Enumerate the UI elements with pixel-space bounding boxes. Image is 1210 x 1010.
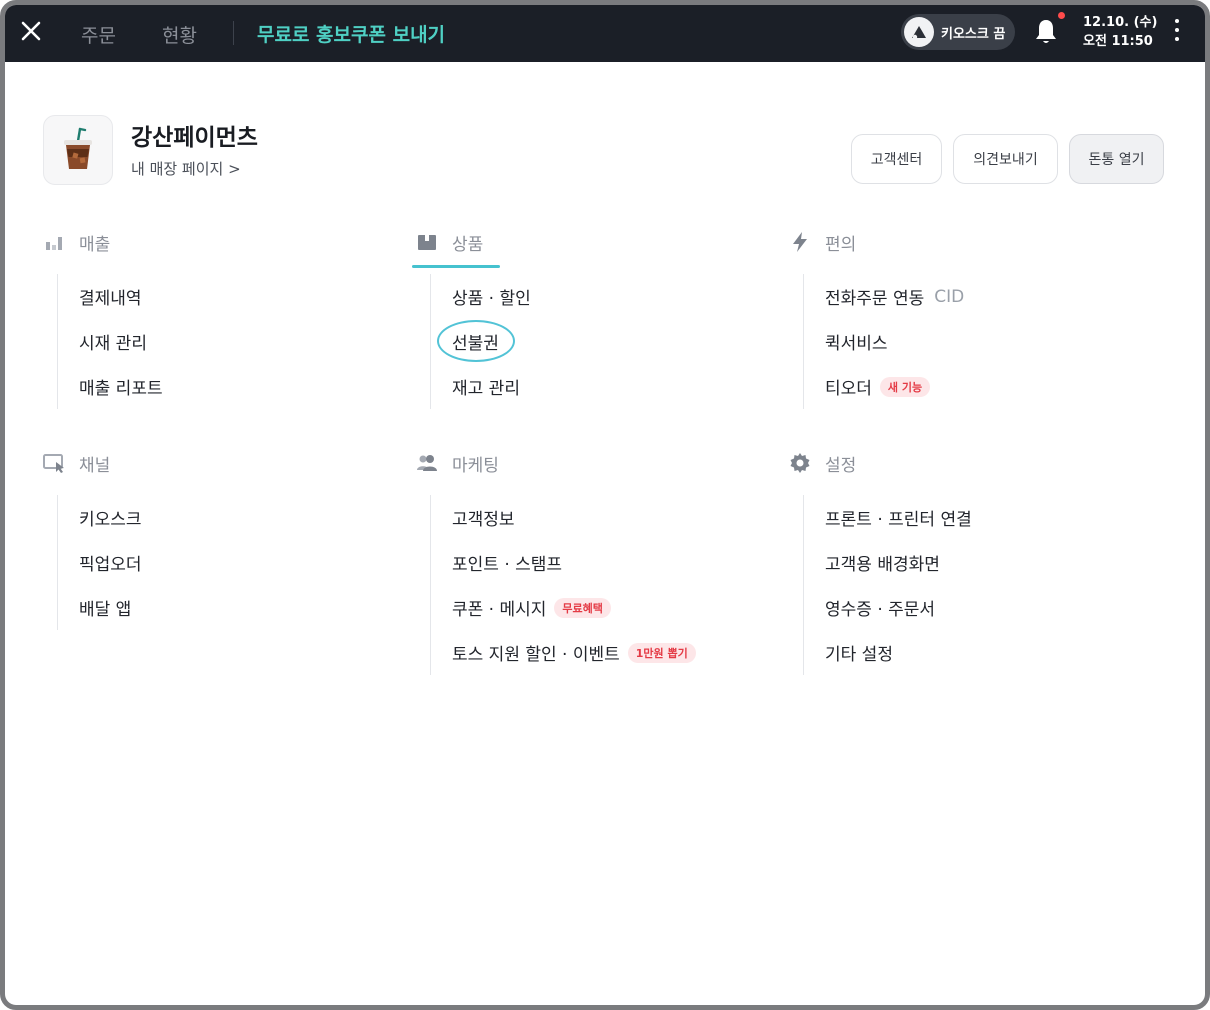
menu-item-sales-report[interactable]: 매출 리포트: [79, 364, 413, 409]
section-products: 상품 상품 · 할인 선불권 재고 관리: [412, 228, 786, 409]
menu-item-receipt-order-slip[interactable]: 영수증 · 주문서: [825, 585, 1159, 630]
menu-item-phone-order-integration[interactable]: 전화주문 연동 CID: [825, 274, 1159, 319]
menu-item-quick-service[interactable]: 퀵서비스: [825, 319, 1159, 364]
send-feedback-button[interactable]: 의견보내기: [953, 134, 1058, 184]
section-title: 마케팅: [452, 455, 499, 476]
section-items: 결제내역 시재 관리 매출 리포트: [57, 274, 413, 409]
section-items: 키오스크 픽업오더 배달 앱: [57, 495, 413, 630]
section-header-settings: 설정: [789, 449, 1159, 477]
clock-time: 오전 11:50: [1083, 34, 1153, 49]
menu-item-front-printer[interactable]: 프론트 · 프린터 연결: [825, 495, 1159, 540]
free-benefit-badge: 무료혜택: [554, 597, 611, 618]
menu-item-points-stamps[interactable]: 포인트 · 스탬프: [452, 540, 786, 585]
lightning-icon: [793, 232, 807, 252]
menu-item-label: 전화주문 연동: [825, 289, 925, 309]
kiosk-icon: [904, 17, 934, 47]
coffee-cup-icon: [64, 127, 92, 169]
free-coupon-link[interactable]: 무료로 홍보쿠폰 보내기: [257, 20, 445, 47]
new-feature-badge: 새 기능: [879, 376, 931, 397]
active-section-underline: [412, 265, 500, 268]
customer-center-button[interactable]: 고객센터: [851, 134, 942, 184]
menu-item-prepaid-voucher[interactable]: 선불권: [437, 319, 786, 364]
section-items: 고객정보 포인트 · 스탬프 쿠폰 · 메시지 무료혜택 토스 지원 할인 · …: [430, 495, 786, 675]
open-cash-drawer-button[interactable]: 돈통 열기: [1069, 134, 1164, 184]
section-sales: 매출 결제내역 시재 관리 매출 리포트: [43, 228, 413, 409]
monitor-touch-icon: [43, 454, 64, 473]
menu-item-payment-history[interactable]: 결제내역: [79, 274, 413, 319]
menu-item-kiosk[interactable]: 키오스크: [79, 495, 413, 540]
menu-item-other-settings[interactable]: 기타 설정: [825, 630, 1159, 675]
section-items: 전화주문 연동 CID 퀵서비스 티오더 새 기능: [803, 274, 1159, 409]
section-marketing: 마케팅 고객정보 포인트 · 스탬프 쿠폰 · 메시지 무료혜택 토스 지원 할…: [416, 449, 786, 675]
menu-item-customer-info[interactable]: 고객정보: [452, 495, 786, 540]
store-name: 강산페이먼츠: [131, 125, 258, 151]
users-icon: [417, 455, 437, 471]
menu-item-label: 쿠폰 · 메시지: [452, 600, 547, 620]
section-items: 프론트 · 프린터 연결 고객용 배경화면 영수증 · 주문서 기타 설정: [803, 495, 1159, 675]
top-bar: 주문 현황 무료로 홍보쿠폰 보내기 키오스크 끔 12.10. (수) 오전 …: [5, 5, 1205, 62]
section-title: 편의: [825, 234, 857, 255]
section-title: 매출: [79, 234, 111, 255]
store-logo: [43, 115, 113, 185]
section-header-sales: 매출: [43, 228, 413, 256]
cid-label: CID: [934, 286, 965, 307]
bar-chart-icon: [46, 237, 62, 250]
notification-bell-icon[interactable]: [1033, 17, 1059, 47]
section-header-convenience: 편의: [789, 228, 1159, 256]
section-convenience: 편의 전화주문 연동 CID 퀵서비스 티오더 새 기능: [789, 228, 1159, 409]
section-header-products: 상품: [412, 228, 786, 268]
close-icon[interactable]: [19, 19, 43, 43]
my-store-page-link[interactable]: 내 매장 페이지 >: [131, 158, 241, 179]
menu-item-inventory[interactable]: 재고 관리: [452, 364, 786, 409]
menu-item-label: 티오더: [825, 379, 872, 399]
more-menu-icon[interactable]: [1173, 19, 1181, 45]
section-title: 설정: [825, 455, 857, 476]
menu-item-products-discounts[interactable]: 상품 · 할인: [452, 274, 786, 319]
kiosk-toggle[interactable]: 키오스크 끔: [901, 14, 1015, 50]
section-title: 채널: [79, 455, 111, 476]
nav-divider: [233, 21, 234, 45]
menu-item-label: 토스 지원 할인 · 이벤트: [452, 645, 620, 665]
notification-dot: [1058, 12, 1065, 19]
menu-item-torder[interactable]: 티오더 새 기능: [825, 364, 1159, 409]
highlight-ring: [437, 320, 515, 362]
kiosk-label: 키오스크 끔: [941, 26, 1006, 42]
clock-date: 12.10. (수): [1083, 15, 1158, 30]
lottery-badge: 1만원 뽑기: [627, 642, 696, 663]
menu-item-coupons-messages[interactable]: 쿠폰 · 메시지 무료혜택: [452, 585, 786, 630]
section-header-channel: 채널: [43, 449, 413, 477]
menu-item-toss-discount-events[interactable]: 토스 지원 할인 · 이벤트 1만원 뽑기: [452, 630, 786, 675]
menu-item-customer-wallpaper[interactable]: 고객용 배경화면: [825, 540, 1159, 585]
menu-item-pickup-order[interactable]: 픽업오더: [79, 540, 413, 585]
section-items: 상품 · 할인 선불권 재고 관리: [430, 274, 786, 409]
gear-icon: [790, 453, 810, 473]
app-window: 주문 현황 무료로 홍보쿠폰 보내기 키오스크 끔 12.10. (수) 오전 …: [0, 0, 1210, 1010]
clock: 12.10. (수) 오전 11:50: [1083, 13, 1157, 51]
section-settings: 설정 프론트 · 프린터 연결 고객용 배경화면 영수증 · 주문서 기타 설정: [789, 449, 1159, 675]
box-icon: [418, 235, 436, 250]
tab-orders[interactable]: 주문: [81, 21, 116, 48]
tab-status[interactable]: 현황: [162, 21, 197, 48]
section-title: 상품: [452, 234, 484, 255]
section-header-marketing: 마케팅: [416, 449, 786, 477]
menu-item-delivery-apps[interactable]: 배달 앱: [79, 585, 413, 630]
menu-item-cash-management[interactable]: 시재 관리: [79, 319, 413, 364]
section-channel: 채널 키오스크 픽업오더 배달 앱: [43, 449, 413, 630]
